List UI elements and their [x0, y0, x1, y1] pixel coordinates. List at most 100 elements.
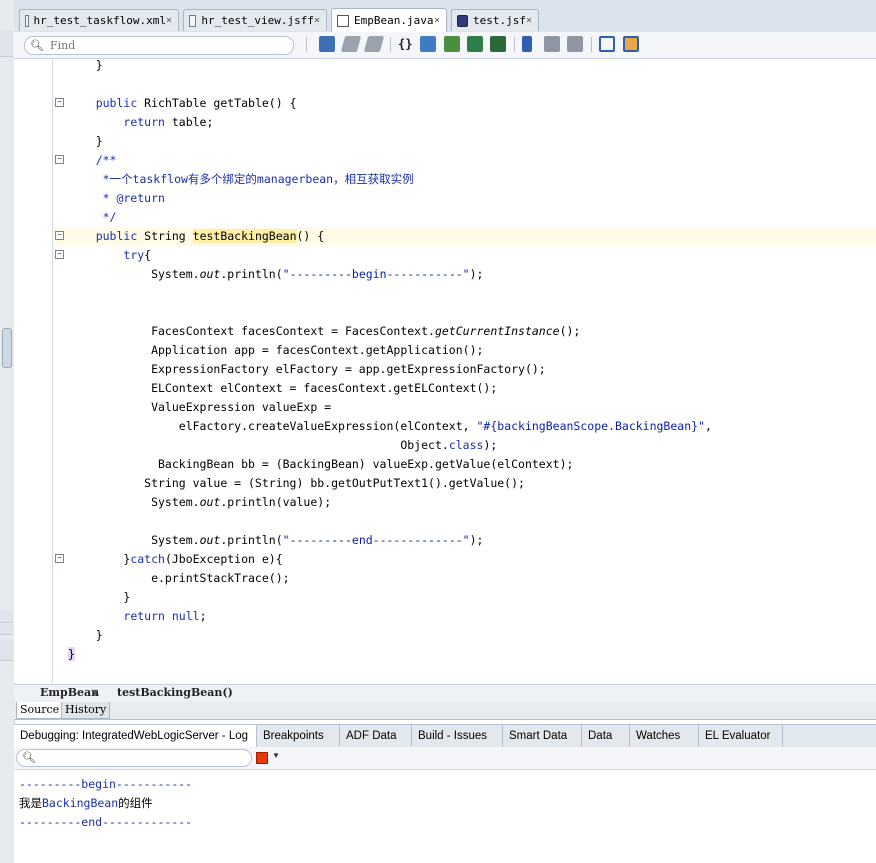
- editor-gutter: [14, 59, 53, 683]
- code-line: }: [68, 59, 103, 72]
- show-outline-icon[interactable]: [599, 36, 615, 52]
- editor-toolbar: 🔍︎ {}: [14, 32, 876, 59]
- stop-icon[interactable]: [256, 752, 268, 764]
- chevron-down-icon[interactable]: ▼: [92, 688, 98, 697]
- toolbar-separator: [306, 37, 307, 52]
- tab-label: test.jsf: [472, 14, 526, 27]
- breadcrumb: EmpBean ▼ testBackingBean(): [14, 684, 876, 703]
- override-icon[interactable]: [490, 36, 506, 52]
- code-line: /**: [68, 153, 117, 167]
- code-line: }: [68, 628, 103, 642]
- source-history-tabs: Source History: [14, 702, 876, 720]
- code-line: System.out.println("---------end--------…: [68, 533, 484, 547]
- code-line: }: [68, 647, 75, 661]
- left-strip-up-arrow[interactable]: [0, 624, 13, 635]
- search-icon: 🔍︎: [30, 40, 44, 52]
- log-toolbar: 🔍︎ ▼: [14, 747, 876, 770]
- left-strip-segment: [0, 30, 13, 57]
- bookmark-icon[interactable]: [522, 36, 532, 52]
- close-icon[interactable]: ×: [166, 15, 172, 26]
- log-output: ---------begin----------- 我是BackingBean的…: [14, 770, 876, 863]
- tab-data[interactable]: Data: [582, 725, 630, 747]
- fold-collapse-icon[interactable]: −: [55, 231, 64, 240]
- breadcrumb-item-method[interactable]: testBackingBean(): [117, 686, 233, 699]
- java-file-icon: [337, 14, 349, 27]
- code-line: e.printStackTrace();: [68, 571, 290, 585]
- tab-debugging-log[interactable]: Debugging: IntegratedWebLogicServer - Lo…: [14, 725, 257, 747]
- jsff-file-icon: [189, 14, 197, 27]
- prev-bookmark-icon[interactable]: [567, 36, 583, 52]
- tab-label: EmpBean.java: [354, 14, 434, 27]
- surround-icon[interactable]: [420, 36, 436, 52]
- tab-source[interactable]: Source: [16, 702, 64, 719]
- code-line: try{: [123, 248, 152, 262]
- log-search-input[interactable]: 🔍︎: [16, 749, 252, 767]
- fold-collapse-icon[interactable]: −: [55, 98, 64, 107]
- fold-collapse-icon[interactable]: −: [55, 250, 64, 259]
- code-line: System.out.println("---------begin------…: [68, 267, 484, 281]
- fold-collapse-icon[interactable]: −: [55, 155, 64, 164]
- code-line: elFactory.createValueExpression(elContex…: [68, 419, 712, 433]
- toolbar-separator: [591, 37, 592, 52]
- tab-breakpoints[interactable]: Breakpoints: [257, 725, 340, 747]
- code-line: }: [68, 590, 131, 604]
- left-strip-segment: [0, 610, 13, 623]
- close-icon[interactable]: ×: [434, 15, 440, 26]
- jsf-file-icon: [457, 14, 468, 27]
- breadcrumb-item-class[interactable]: EmpBean: [40, 686, 99, 699]
- tab-smart-data[interactable]: Smart Data: [503, 725, 582, 747]
- code-line: }catch(JboException e){: [68, 552, 283, 566]
- code-editor[interactable]: − − − − − } public RichTable getTable() …: [14, 59, 876, 683]
- tab-watches[interactable]: Watches: [630, 725, 699, 747]
- next-bookmark-icon[interactable]: [544, 36, 560, 52]
- code-line: ExpressionFactory elFactory = app.getExp…: [68, 362, 546, 376]
- indent-icon[interactable]: [340, 36, 362, 52]
- toggle-comment-icon[interactable]: [319, 36, 335, 52]
- tab-hr-test-taskflow-xml[interactable]: hr_test_taskflow.xml ×: [19, 9, 179, 31]
- tab-adf-data[interactable]: ADF Data: [340, 725, 412, 747]
- log-line: ---------end-------------: [19, 815, 193, 829]
- tab-test-jsf[interactable]: test.jsf ×: [451, 9, 539, 31]
- code-line: ValueExpression valueExp =: [68, 400, 332, 414]
- search-icon: 🔍︎: [22, 752, 36, 764]
- code-template-icon[interactable]: {}: [398, 36, 414, 52]
- fold-collapse-icon[interactable]: −: [55, 554, 64, 563]
- code-line: */: [68, 210, 117, 224]
- code-line: FacesContext facesContext = FacesContext…: [68, 324, 581, 338]
- chevron-down-icon[interactable]: ▼: [272, 751, 280, 760]
- toolbar-separator: [514, 37, 515, 52]
- code-line: System.out.println(value);: [68, 495, 332, 509]
- tab-build-issues[interactable]: Build - Issues: [412, 725, 503, 747]
- log-line: 我是BackingBean的组件: [19, 796, 153, 810]
- code-line: public String testBackingBean() {: [95, 229, 325, 243]
- code-line: BackingBean bb = (BackingBean) valueExp.…: [68, 457, 574, 471]
- find-box[interactable]: 🔍︎: [24, 36, 294, 55]
- left-scrollbar-thumb[interactable]: [2, 328, 12, 368]
- code-line: Application app = facesContext.getApplic…: [68, 343, 484, 357]
- tab-empbean-java[interactable]: EmpBean.java ×: [331, 8, 447, 32]
- log-panel-tabs: Debugging: IntegratedWebLogicServer - Lo…: [14, 724, 876, 748]
- tab-history[interactable]: History: [61, 702, 111, 719]
- code-line: *一个taskflow有多个绑定的managerbean，相互获取实例: [68, 172, 414, 186]
- tab-el-evaluator[interactable]: EL Evaluator: [699, 725, 783, 747]
- code-line: String value = (String) bb.getOutPutText…: [68, 476, 525, 490]
- generate-accessors-icon[interactable]: [467, 36, 483, 52]
- structure-icon[interactable]: [623, 36, 639, 52]
- tab-label: hr_test_view.jsff: [201, 14, 314, 27]
- refactor-icon[interactable]: [444, 36, 460, 52]
- toolbar-separator: [390, 37, 391, 52]
- code-line: * @return: [68, 191, 165, 205]
- left-side-panel-strip: [0, 0, 15, 863]
- find-input[interactable]: [49, 39, 270, 52]
- close-icon[interactable]: ×: [314, 15, 320, 26]
- code-line: public RichTable getTable() {: [95, 96, 297, 110]
- code-line: }: [68, 134, 103, 148]
- left-strip-segment: [0, 640, 13, 661]
- close-icon[interactable]: ×: [526, 15, 532, 26]
- code-line: ELContext elContext = facesContext.getEL…: [68, 381, 498, 395]
- unindent-icon[interactable]: [363, 36, 385, 52]
- code-line: Object.class);: [68, 438, 498, 452]
- tab-hr-test-view-jsff[interactable]: hr_test_view.jsff ×: [183, 9, 327, 31]
- xml-file-icon: [25, 14, 29, 27]
- code-line: return table;: [123, 115, 214, 129]
